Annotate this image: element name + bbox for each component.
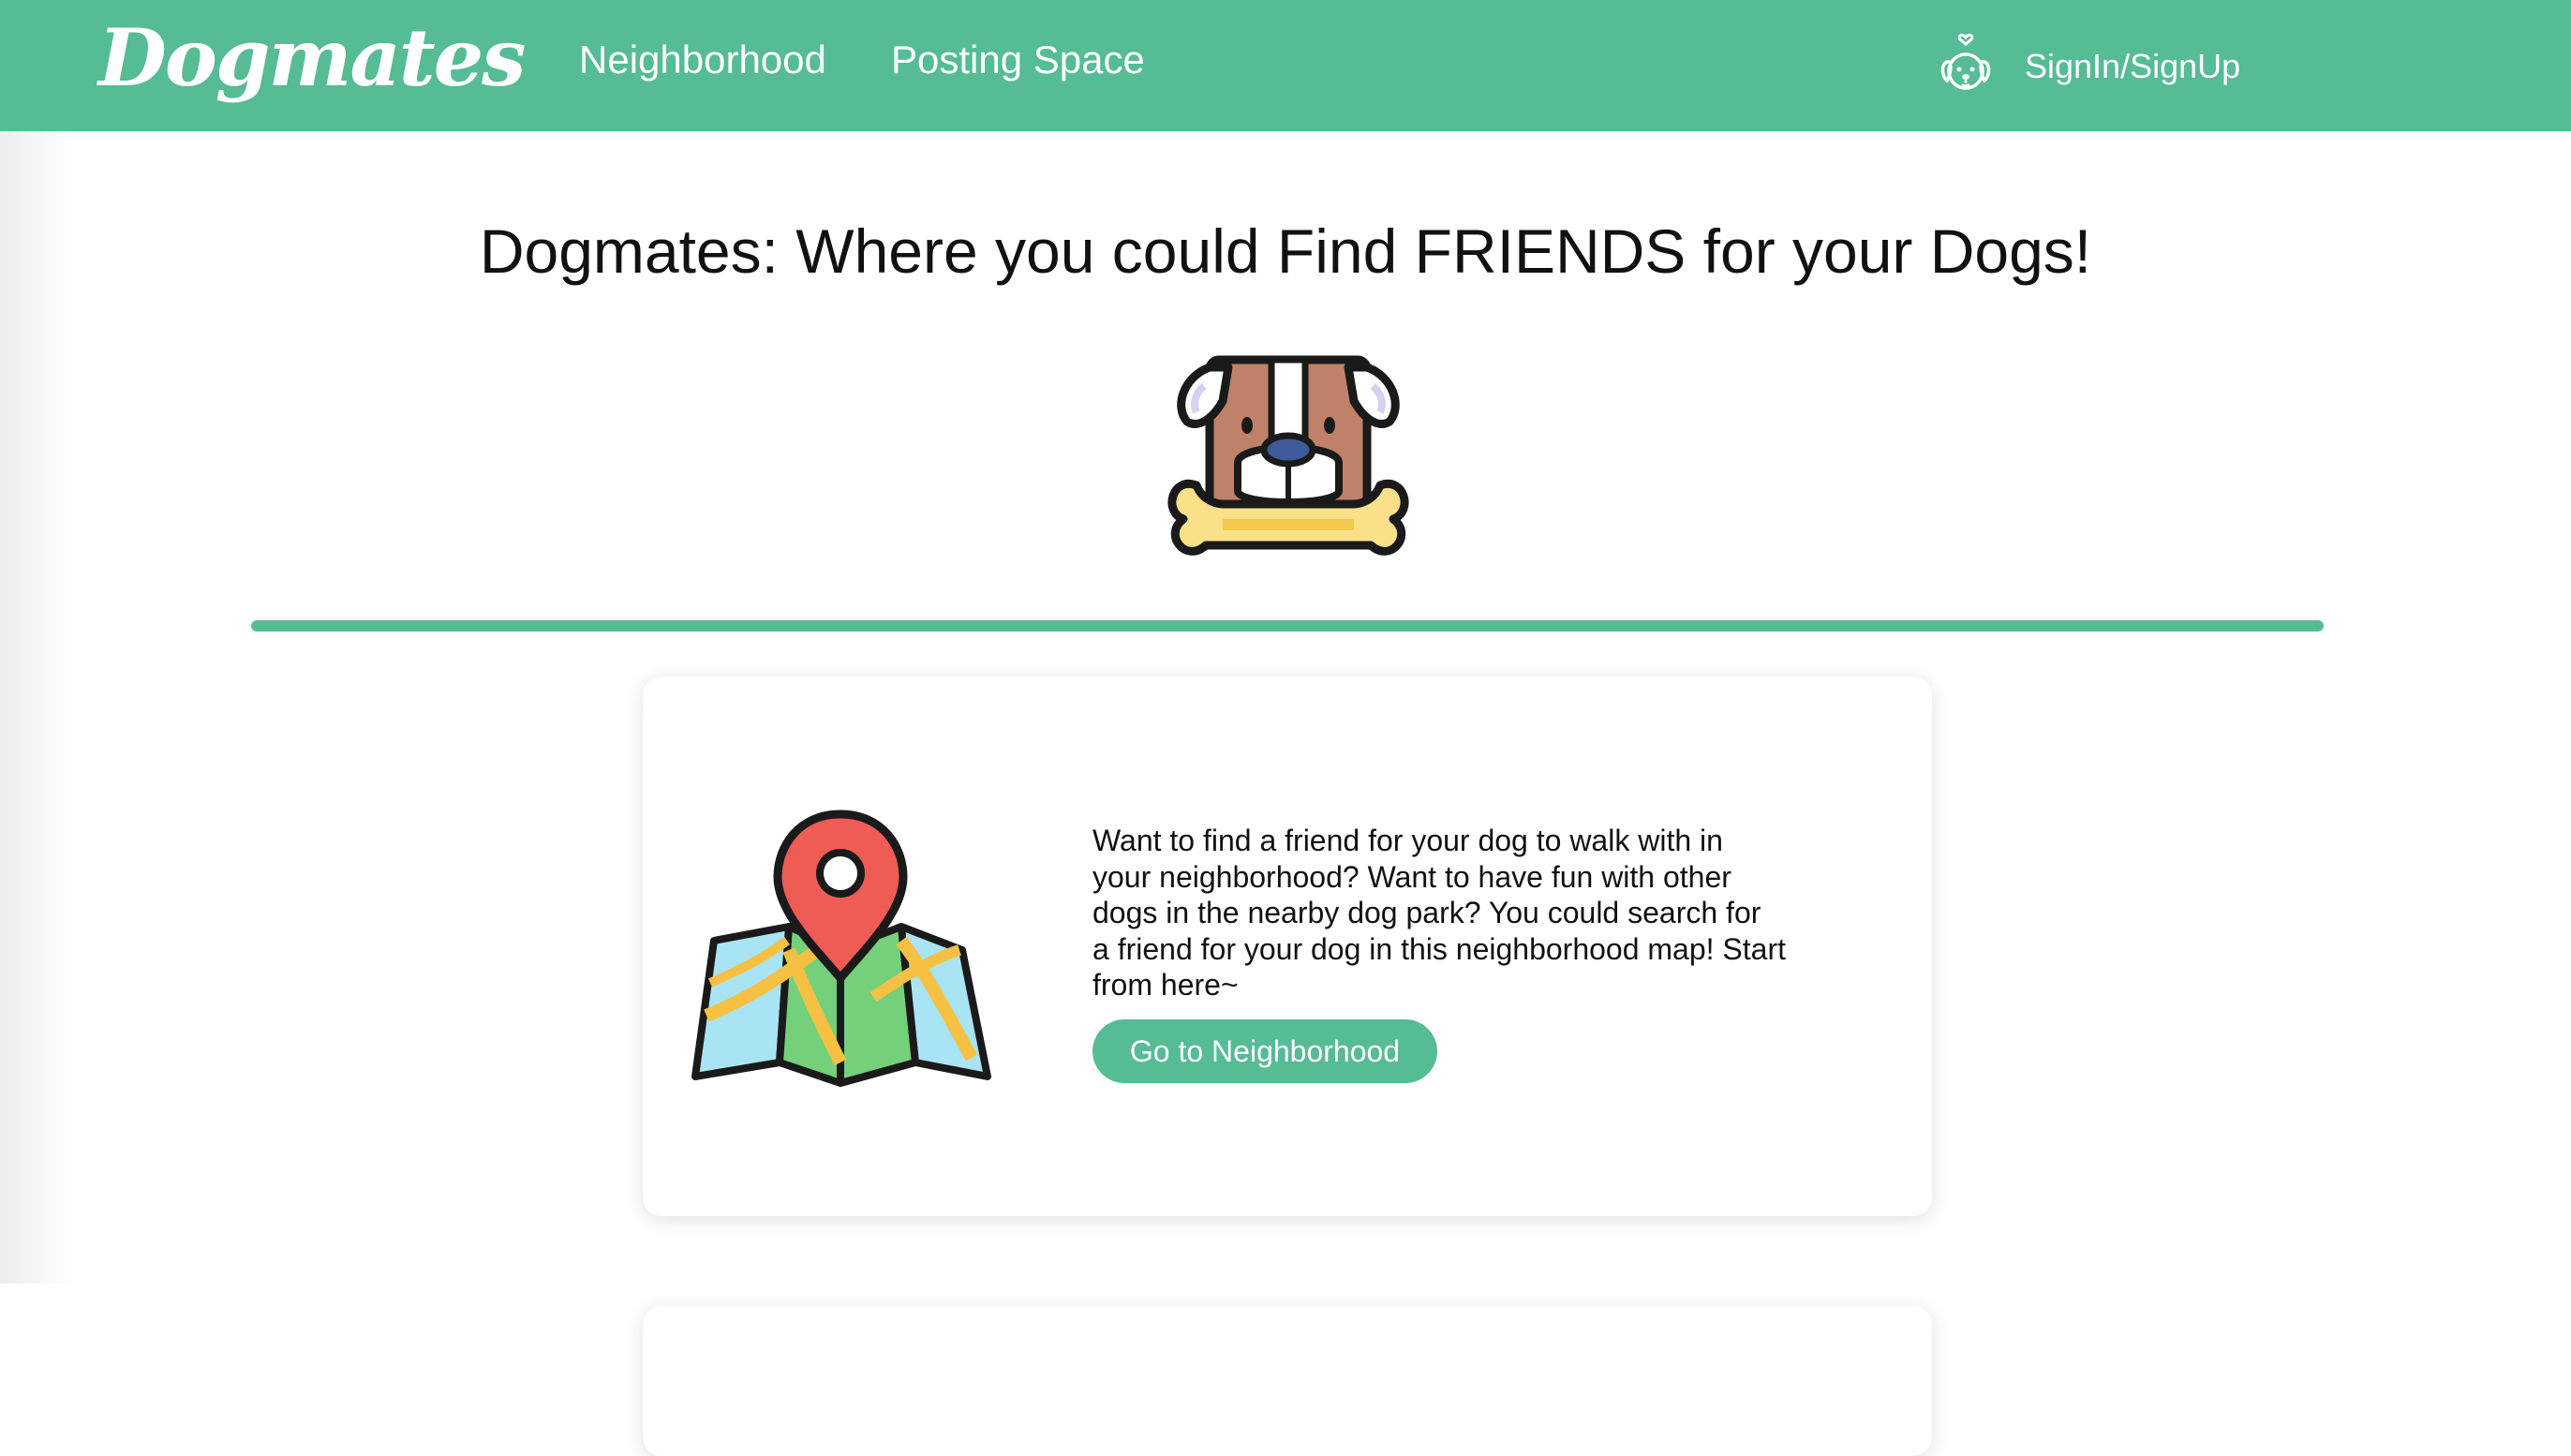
neighborhood-description: Want to find a friend for your dog to wa… — [1092, 824, 1786, 1002]
second-card — [643, 1306, 1932, 1456]
page-title: Dogmates: Where you could Find FRIENDS f… — [479, 216, 2092, 286]
neighborhood-card: Want to find a friend for your dog to wa… — [643, 676, 1932, 1216]
left-shadow — [0, 131, 75, 1284]
dog-face-icon — [1940, 33, 1991, 90]
section-divider — [251, 620, 2324, 631]
brand-logo[interactable]: Dogmates — [98, 11, 526, 104]
nav-link-neighborhood[interactable]: Neighborhood — [579, 37, 826, 82]
navbar: Dogmates Neighborhood Posting Space Sign… — [0, 0, 2571, 131]
go-to-neighborhood-button[interactable]: Go to Neighborhood — [1092, 1019, 1437, 1083]
map-pin-icon — [691, 810, 991, 1087]
dog-with-bone-icon — [1167, 355, 1409, 556]
signin-signup-label: SignIn/SignUp — [2025, 47, 2241, 85]
nav-link-posting-space[interactable]: Posting Space — [891, 37, 1145, 82]
